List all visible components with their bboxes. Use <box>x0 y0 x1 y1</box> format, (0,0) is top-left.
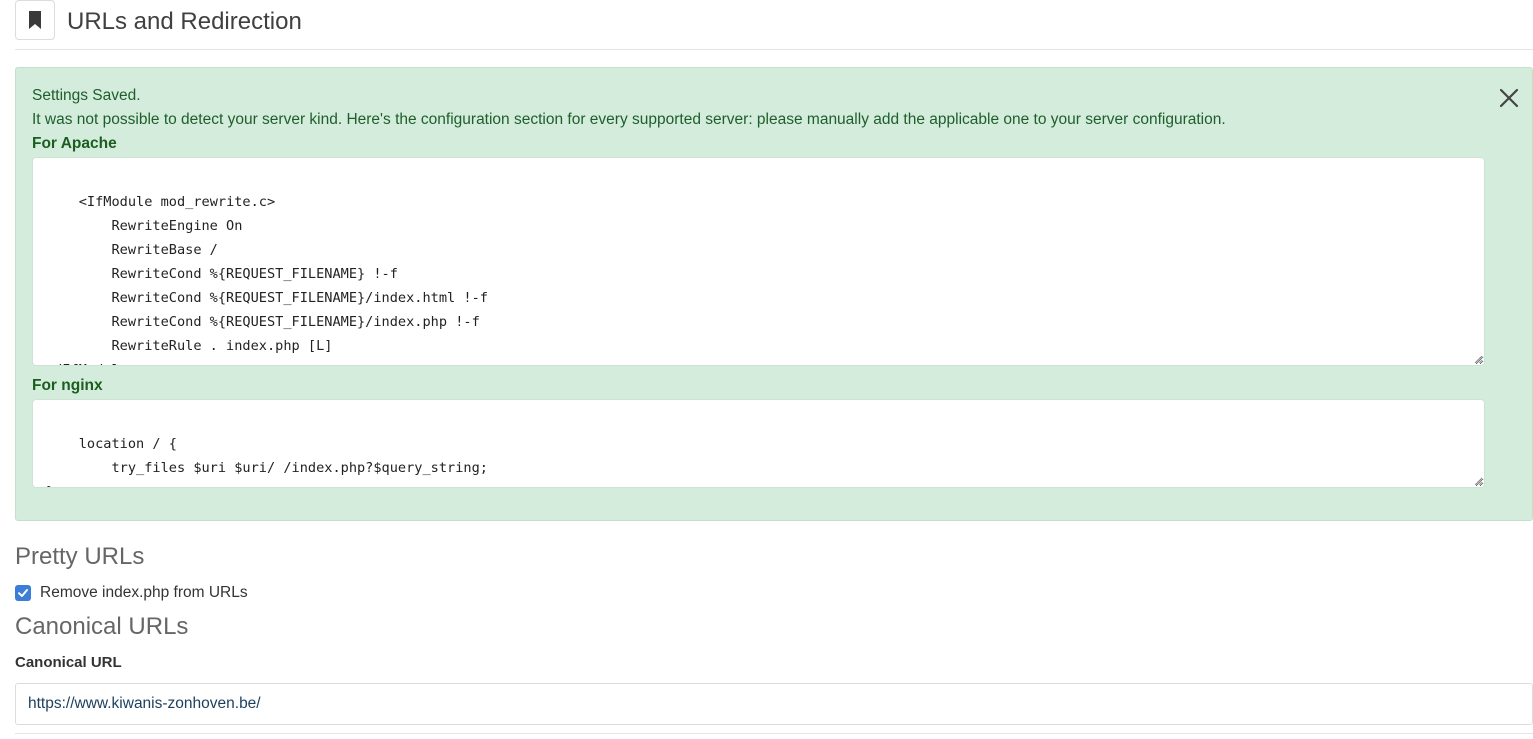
alert-message-saved: Settings Saved. <box>32 87 141 104</box>
canonical-url-input[interactable] <box>15 683 1533 725</box>
divider <box>15 733 1533 734</box>
page-title: URLs and Redirection <box>67 8 302 35</box>
bookmark-icon <box>29 11 41 29</box>
bookmark-button[interactable] <box>15 0 55 40</box>
alert-message-server: It was not possible to detect your serve… <box>32 111 1226 128</box>
settings-saved-alert: Settings Saved. It was not possible to d… <box>15 67 1533 521</box>
close-icon <box>1499 88 1519 108</box>
apache-config-code: <IfModule mod_rewrite.c> RewriteEngine O… <box>46 194 488 365</box>
canonical-url-label: Canonical URL <box>15 654 122 671</box>
nginx-label: For nginx <box>32 377 103 394</box>
canonical-urls-heading: Canonical URLs <box>15 613 189 640</box>
nginx-config-code: location / { try_files $uri $uri/ /index… <box>46 436 488 487</box>
nginx-config-textarea[interactable]: location / { try_files $uri $uri/ /index… <box>32 399 1485 488</box>
remove-index-php-checkbox[interactable] <box>15 585 31 601</box>
apache-label: For Apache <box>32 135 117 152</box>
alert-close-button[interactable] <box>1498 87 1520 109</box>
pretty-urls-heading: Pretty URLs <box>15 543 145 570</box>
page-header: URLs and Redirection <box>15 0 1533 50</box>
remove-index-php-label[interactable]: Remove index.php from URLs <box>40 584 248 602</box>
check-icon <box>18 589 28 597</box>
apache-config-textarea[interactable]: <IfModule mod_rewrite.c> RewriteEngine O… <box>32 157 1485 366</box>
resize-grip-icon[interactable] <box>1474 355 1482 363</box>
resize-grip-icon[interactable] <box>1474 477 1482 485</box>
